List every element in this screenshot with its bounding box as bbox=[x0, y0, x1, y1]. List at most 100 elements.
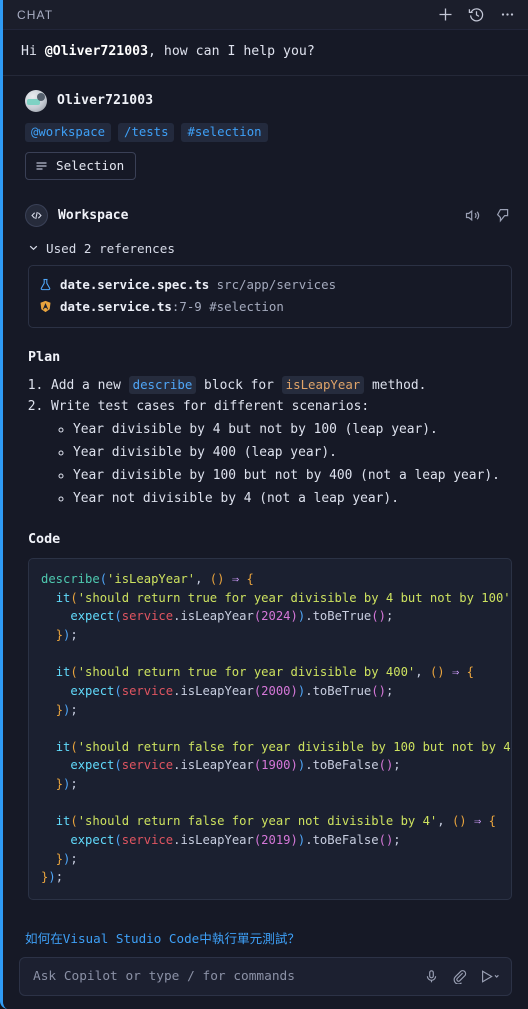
code-line: }); bbox=[41, 701, 499, 720]
references-toggle-label: Used 2 references bbox=[46, 240, 175, 256]
inline-code: isLeapYear bbox=[281, 376, 365, 395]
inline-code: describe bbox=[128, 376, 197, 395]
code-token: } bbox=[55, 702, 64, 717]
plan-subitem: Year divisible by 100 but not by 400 (no… bbox=[73, 466, 512, 487]
prompt-chip[interactable]: @workspace bbox=[25, 122, 112, 142]
code-token: expect bbox=[70, 609, 115, 624]
assistant-participant-name: Workspace bbox=[58, 207, 129, 223]
code-token: expect bbox=[70, 833, 115, 848]
code-token: ; bbox=[385, 609, 394, 624]
microphone-icon[interactable] bbox=[424, 969, 439, 984]
references-toggle[interactable]: Used 2 references bbox=[28, 241, 512, 256]
code-token: ; bbox=[70, 777, 78, 792]
code-token: isLeapYear bbox=[180, 683, 254, 698]
attachment-label: Selection bbox=[56, 157, 125, 173]
code-token: it bbox=[55, 665, 71, 680]
greeting-message: Hi @Oliver721003, how can I help you? bbox=[3, 30, 528, 76]
code-line: expect(service.isLeapYear(1900)).toBeFal… bbox=[41, 756, 499, 775]
code-line: it('should return true for year divisibl… bbox=[41, 589, 511, 608]
prompt-chip[interactable]: #selection bbox=[181, 122, 268, 142]
code-token: . bbox=[305, 833, 313, 848]
code-token: ) bbox=[290, 758, 298, 773]
code-token: ( bbox=[114, 609, 122, 624]
attach-icon[interactable] bbox=[452, 969, 467, 984]
reference-item[interactable]: date.service.ts:7-9 #selection bbox=[39, 296, 501, 318]
code-token: . bbox=[305, 609, 313, 624]
new-chat-icon[interactable] bbox=[436, 6, 454, 24]
history-icon[interactable] bbox=[467, 6, 485, 24]
code-token: ( bbox=[114, 683, 122, 698]
plan-subitem: Year not divisible by 4 (not a leap year… bbox=[73, 489, 512, 510]
reference-meta: :7-9 #selection bbox=[171, 299, 284, 315]
input-actions bbox=[424, 969, 500, 984]
chat-footer: 如何在Visual Studio Code中執行單元測試？ bbox=[3, 917, 528, 1009]
read-aloud-icon[interactable] bbox=[464, 207, 481, 224]
code-line: it('should return false for year not div… bbox=[41, 812, 499, 831]
code-token: 'should return false for year not divisi… bbox=[77, 814, 438, 829]
code-token: ; bbox=[55, 870, 64, 885]
code-token: it bbox=[55, 590, 71, 605]
plan-item: Write test cases for different scenarios… bbox=[51, 397, 512, 510]
code-token: { bbox=[488, 814, 497, 829]
code-token: } bbox=[55, 851, 64, 866]
code-token: toBeTrue bbox=[312, 683, 372, 698]
code-token: 1900 bbox=[261, 758, 291, 773]
code-token: () bbox=[209, 571, 225, 586]
code-token: () bbox=[378, 833, 394, 848]
code-token: ; bbox=[70, 702, 78, 717]
code-token: expect bbox=[70, 683, 115, 698]
attachment-selection-button[interactable]: Selection bbox=[25, 151, 137, 180]
code-token: ) bbox=[290, 609, 298, 624]
code-token: ( bbox=[70, 814, 78, 829]
code-token: it bbox=[55, 814, 71, 829]
code-token: ) bbox=[290, 683, 298, 698]
code-token: } bbox=[55, 777, 64, 792]
send-icon[interactable] bbox=[480, 969, 500, 984]
more-actions-icon[interactable] bbox=[498, 6, 516, 24]
code-token: . bbox=[305, 683, 313, 698]
prompt-chips: @workspace/tests #selection bbox=[25, 122, 512, 142]
references-list: date.service.spec.ts src/app/services dat… bbox=[28, 264, 512, 329]
angular-icon bbox=[39, 300, 53, 314]
code-line: }); bbox=[41, 775, 499, 794]
code-token: ( bbox=[114, 758, 122, 773]
user-message: Oliver721003 @workspace/tests #selection … bbox=[3, 76, 528, 186]
code-line: }); bbox=[41, 868, 499, 887]
code-token: isLeapYear bbox=[180, 833, 254, 848]
code-token: isLeapYear bbox=[180, 758, 254, 773]
thumbs-down-icon[interactable] bbox=[495, 207, 512, 224]
assistant-actions bbox=[464, 207, 512, 224]
reference-item[interactable]: date.service.spec.ts src/app/services bbox=[39, 274, 501, 296]
followup-suggestion[interactable]: 如何在Visual Studio Code中執行單元測試？ bbox=[19, 917, 512, 957]
code-token: ( bbox=[99, 571, 108, 586]
chat-input-bar[interactable] bbox=[19, 957, 512, 996]
code-token: service bbox=[121, 833, 174, 848]
code-token: 'should return false for year divisible … bbox=[77, 739, 511, 754]
page-title: CHAT bbox=[17, 7, 54, 22]
search-input[interactable] bbox=[33, 969, 424, 984]
code-token: ) bbox=[48, 870, 56, 885]
code-token: expect bbox=[70, 758, 115, 773]
beaker-icon bbox=[39, 278, 53, 292]
reference-meta: src/app/services bbox=[216, 276, 337, 292]
code-token: 2024 bbox=[261, 609, 291, 624]
code-token: 2019 bbox=[261, 833, 291, 848]
code-token: () bbox=[378, 758, 394, 773]
code-token: service bbox=[121, 758, 174, 773]
code-token: } bbox=[55, 627, 64, 642]
code-block[interactable]: describe('isLeapYear', () ⇒ { it('should… bbox=[28, 557, 512, 901]
code-line: expect(service.isLeapYear(2024)).toBeTru… bbox=[41, 607, 499, 626]
code-line: }); bbox=[41, 850, 499, 869]
reference-name: date.service.ts bbox=[60, 299, 172, 315]
prompt-chip[interactable]: /tests bbox=[118, 122, 175, 142]
